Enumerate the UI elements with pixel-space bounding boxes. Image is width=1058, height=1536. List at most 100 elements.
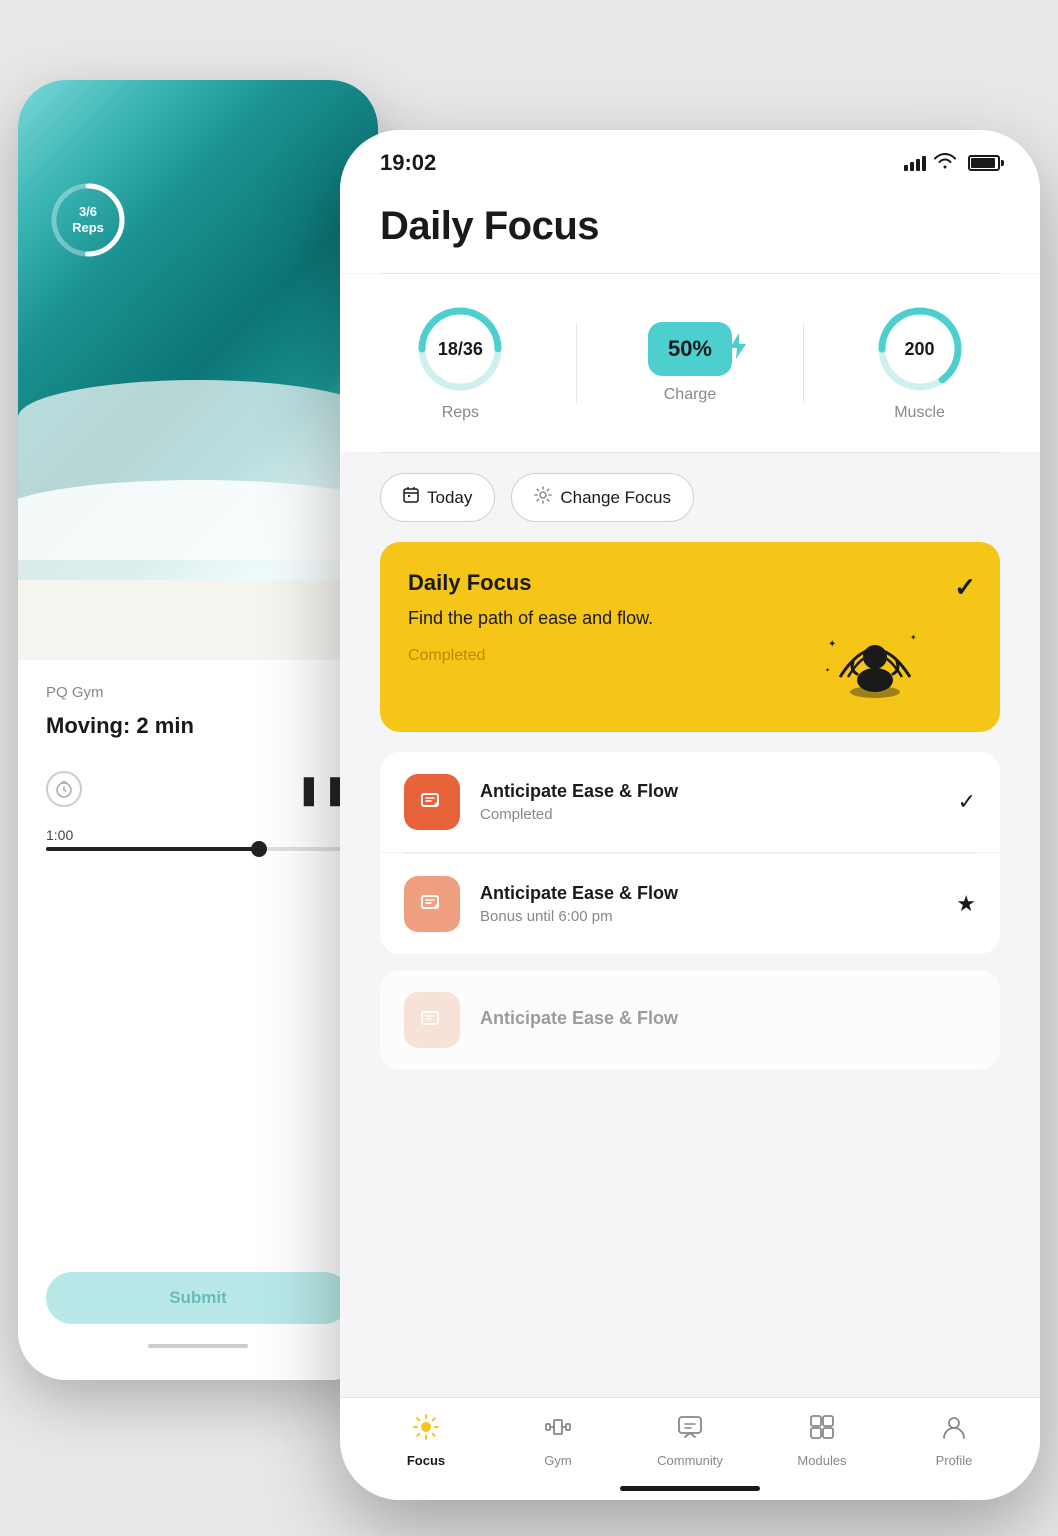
list-item-subtitle-1: Completed [480,806,938,823]
focus-card[interactable]: Daily Focus Find the path of ease and fl… [380,542,1000,732]
list-item-2[interactable]: Anticipate Ease & Flow Bonus until 6:00 … [380,854,1000,954]
focus-card-title: Daily Focus [408,570,972,596]
list-section: Anticipate Ease & Flow Completed ✓ [380,752,1000,954]
community-nav-label: Community [657,1453,723,1468]
charge-badge: 50% [648,322,732,376]
muscle-label: Muscle [894,404,945,422]
list-item-icon-1 [404,774,460,830]
reps-label-back: Reps [72,220,104,236]
signal-bar-2 [910,162,914,171]
front-phone: 19:02 [340,130,1040,1500]
status-bar: 19:02 [340,130,1040,184]
reps-value: 18/36 [415,304,505,394]
list-item-check-1: ✓ [958,789,976,815]
home-bar [620,1486,760,1491]
list-item-title-1: Anticipate Ease & Flow [480,781,938,802]
stat-reps: 18/36 Reps [415,304,505,422]
gym-label: PQ Gym [46,684,350,701]
time-label: 1:00 [46,827,350,843]
focus-card-description: Find the path of ease and flow. [408,606,668,631]
stat-muscle: 200 Muscle [875,304,965,422]
stat-charge: 50% Charge [648,322,732,404]
nav-item-profile[interactable]: Profile [888,1414,1020,1468]
filter-bar: Today Change Focus [340,453,1040,542]
list-item-icon-2 [404,876,460,932]
sun-settings-icon [534,486,552,509]
status-time: 19:02 [380,150,436,176]
today-label: Today [427,488,472,508]
list-item-partial: Anticipate Ease & Flow [380,970,1000,1070]
nav-item-focus[interactable]: Focus [360,1414,492,1468]
back-bottom-section: PQ Gym Moving: 2 min ❚❚ 1:00 [18,660,378,1380]
activity-title: Moving: 2 min [46,713,350,739]
list-item-partial-container: Anticipate Ease & Flow [380,970,1000,1070]
slider-thumb[interactable] [251,841,267,857]
profile-nav-icon [941,1414,967,1447]
muscle-value: 200 [875,304,965,394]
page-title: Daily Focus [380,204,1000,249]
charge-bolt-icon [730,333,746,365]
home-bar-back [148,1344,248,1348]
nav-item-gym[interactable]: Gym [492,1414,624,1468]
slider-track [46,847,350,851]
today-filter-button[interactable]: Today [380,473,495,522]
gym-nav-label: Gym [544,1453,571,1468]
muscle-circle: 200 [875,304,965,394]
charge-label: Charge [664,386,716,404]
list-item-star-2: ★ [956,891,976,917]
signal-bar-4 [922,156,926,171]
list-item-content-partial: Anticipate Ease & Flow [480,1008,976,1033]
list-item-content-2: Anticipate Ease & Flow Bonus until 6:00 … [480,883,936,925]
reps-label: Reps [442,404,479,422]
stat-divider-1 [576,323,577,403]
playback-controls: ❚❚ [46,771,350,807]
back-phone: 3/6 Reps PQ Gym Moving: 2 min ❚❚ [18,80,378,1380]
page-header: Daily Focus [340,184,1040,273]
home-indicator [340,1476,1040,1500]
signal-bar-3 [916,159,920,171]
focus-card-check-icon: ✓ [954,572,976,603]
battery-icon [968,155,1000,171]
list-item-content-1: Anticipate Ease & Flow Completed [480,781,938,823]
focus-nav-label: Focus [407,1453,445,1468]
list-item-subtitle-2: Bonus until 6:00 pm [480,908,936,925]
main-content[interactable]: 18/36 Reps 50% [340,273,1040,1397]
signal-bars-icon [904,156,926,171]
svg-text:✦: ✦ [910,633,917,642]
calendar-icon [403,487,419,508]
list-item-icon-partial [404,992,460,1048]
slider-fill [46,847,259,851]
list-item-1[interactable]: Anticipate Ease & Flow Completed ✓ [380,752,1000,853]
list-item-title-2: Anticipate Ease & Flow [480,883,936,904]
status-icons [904,153,1000,174]
charge-value: 50% [668,336,712,362]
focus-nav-icon [413,1414,439,1447]
svg-text:✦: ✦ [828,639,836,650]
svg-text:✦: ✦ [825,667,830,674]
nav-item-modules[interactable]: Modules [756,1414,888,1468]
stats-section: 18/36 Reps 50% [340,274,1040,452]
timer-icon [46,771,82,807]
wifi-icon [934,153,956,174]
reps-circle: 18/36 [415,304,505,394]
battery-fill [971,158,995,168]
home-indicator-back [46,1336,350,1356]
community-nav-icon [677,1414,703,1447]
change-focus-label: Change Focus [560,488,671,508]
nav-item-community[interactable]: Community [624,1414,756,1468]
reps-fraction: 3/6 [79,204,97,220]
bottom-nav: Focus Gym [340,1397,1040,1476]
submit-button[interactable]: Submit [46,1272,350,1324]
change-focus-button[interactable]: Change Focus [511,473,694,522]
modules-nav-label: Modules [797,1453,846,1468]
ocean-background: 3/6 Reps [18,80,378,660]
meditation-illustration: ✦ ✦ ✦ [820,602,940,722]
time-slider[interactable]: 1:00 [46,827,350,851]
list-item-title-partial: Anticipate Ease & Flow [480,1008,976,1029]
gym-nav-icon [545,1414,571,1447]
profile-nav-label: Profile [936,1453,973,1468]
signal-bar-1 [904,165,908,171]
reps-circle-back: 3/6 Reps [48,180,128,260]
stat-divider-2 [803,323,804,403]
modules-nav-icon [809,1414,835,1447]
